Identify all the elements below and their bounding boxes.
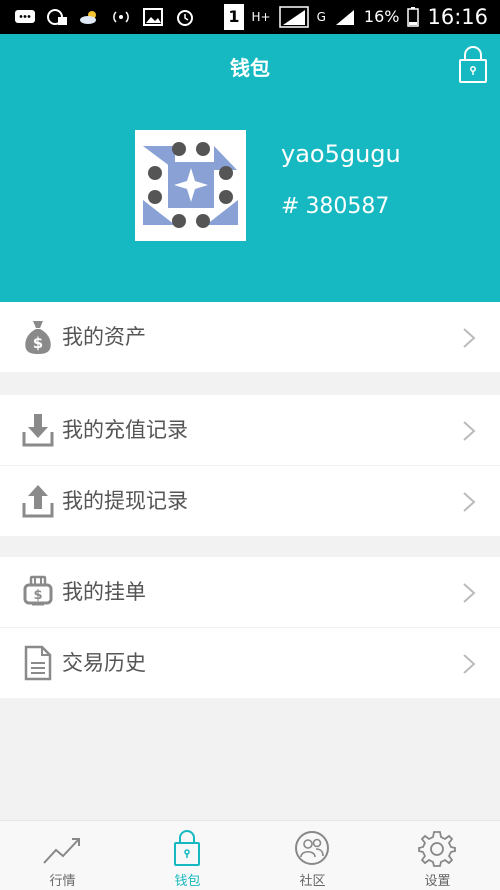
- nav-label: 钱包: [174, 874, 201, 889]
- user-id-prefix: #: [281, 194, 300, 219]
- nav-item-community[interactable]: 社区: [250, 821, 375, 890]
- signal-icon-2: [335, 10, 354, 25]
- lock-icon[interactable]: [458, 46, 488, 84]
- user-id: #380587: [281, 194, 389, 219]
- menu-label: 我的挂单: [62, 580, 146, 604]
- assets-section: $ 我的资产: [0, 302, 500, 372]
- menu-item-my-orders[interactable]: $ 我的挂单: [0, 557, 500, 628]
- records-section: 我的充值记录 我的提现记录: [0, 395, 500, 536]
- sim-label: 1: [224, 4, 244, 30]
- wallet-header: 钱包 yao5gugu #380587: [0, 34, 500, 302]
- chevron-right-icon: [463, 654, 476, 674]
- nav-item-market[interactable]: 行情: [0, 821, 125, 890]
- username: yao5gugu: [281, 140, 401, 168]
- nav-label: 行情: [49, 874, 76, 889]
- document-icon: [24, 645, 52, 681]
- orders-section: $ 我的挂单 交易历史: [0, 557, 500, 698]
- nav-label: 社区: [299, 874, 326, 889]
- hotspot-icon: [113, 11, 129, 23]
- svg-text:$: $: [33, 588, 42, 603]
- menu-label: 交易历史: [62, 651, 146, 675]
- menu-item-assets[interactable]: $ 我的资产: [0, 302, 500, 372]
- chevron-right-icon: [463, 421, 476, 441]
- chevron-right-icon: [463, 492, 476, 512]
- status-system: 1 H+ G 16% 16:16: [224, 4, 488, 30]
- message-icon: [15, 10, 35, 23]
- menu-label: 我的资产: [62, 325, 146, 349]
- page-title: 钱包: [230, 56, 270, 80]
- menu-label: 我的充值记录: [62, 418, 188, 442]
- network-type-label-2: G: [316, 10, 326, 24]
- location-mail-icon: [47, 9, 67, 25]
- download-tray-icon: [22, 414, 54, 447]
- upload-tray-icon: [22, 485, 54, 518]
- svg-text:$: $: [33, 334, 43, 352]
- battery-percent: 16%: [363, 7, 400, 26]
- chevron-right-icon: [463, 583, 476, 603]
- network-type-label: H+: [251, 10, 271, 24]
- signal-icon: [278, 6, 309, 28]
- order-card-icon: $: [23, 575, 53, 606]
- battery-icon: [407, 7, 420, 27]
- trend-line-icon: [43, 838, 80, 864]
- menu-label: 我的提现记录: [62, 489, 188, 513]
- nav-item-wallet[interactable]: 钱包: [125, 821, 250, 890]
- money-bag-icon: $: [25, 321, 51, 354]
- status-bar: 1 H+ G 16% 16:16: [0, 0, 500, 34]
- identicon-image: [135, 130, 246, 241]
- image-icon: [143, 8, 163, 26]
- menu-item-withdraw-records[interactable]: 我的提现记录: [0, 466, 500, 536]
- bottom-nav: 行情 钱包 社区 设置: [0, 820, 500, 890]
- menu-item-deposit-records[interactable]: 我的充值记录: [0, 395, 500, 466]
- gear-icon: [418, 831, 456, 867]
- nav-item-settings[interactable]: 设置: [375, 821, 500, 890]
- people-icon: [295, 831, 329, 865]
- status-notifications: [14, 6, 196, 28]
- lock-icon: [174, 830, 200, 866]
- nav-label: 设置: [424, 874, 451, 889]
- chevron-right-icon: [463, 328, 476, 348]
- avatar[interactable]: [135, 130, 246, 241]
- user-id-value: 380587: [305, 194, 390, 219]
- menu-item-trade-history[interactable]: 交易历史: [0, 628, 500, 698]
- clock: 16:16: [427, 5, 488, 29]
- alarm-icon: [177, 10, 193, 26]
- weather-icon: [80, 11, 96, 24]
